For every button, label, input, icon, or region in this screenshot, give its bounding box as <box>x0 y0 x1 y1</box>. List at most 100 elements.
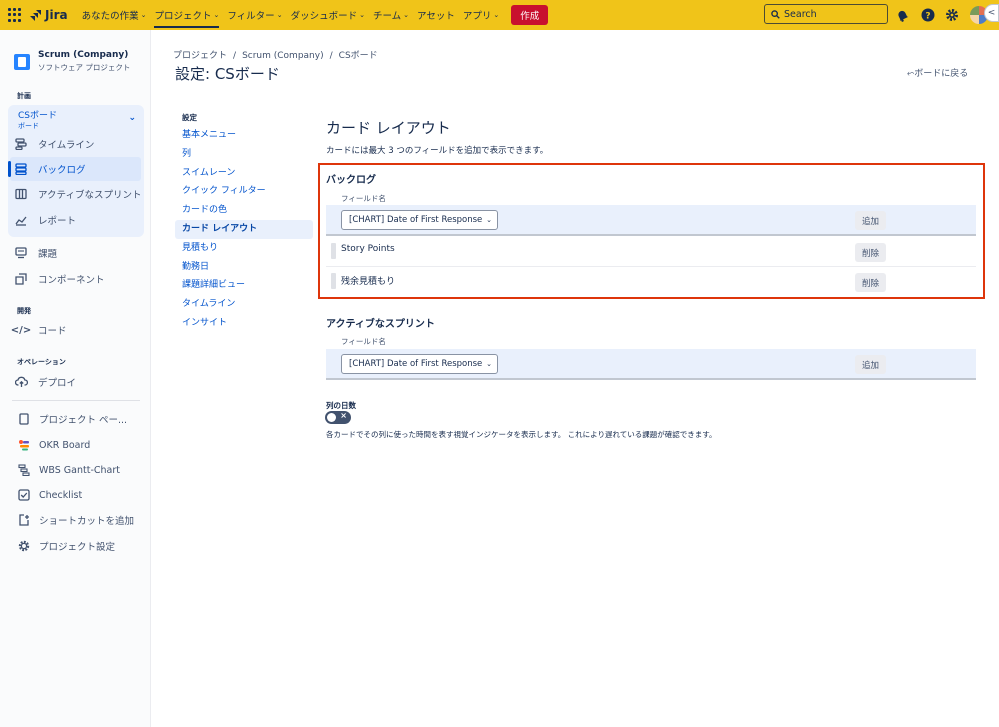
section-ops-label: オペレーション <box>17 358 66 366</box>
sidebar-item-wbs-gantt[interactable]: WBS Gantt-Chart <box>17 458 145 482</box>
breadcrumb-separator: / <box>329 51 333 61</box>
drag-handle-icon[interactable] <box>331 243 336 259</box>
backlog-add-button[interactable]: 追加 <box>855 211 886 230</box>
sidebar-item-components[interactable]: コンポーネント <box>14 267 142 291</box>
nav-label: アプリ <box>462 11 492 22</box>
delete-button[interactable]: 削除 <box>855 273 886 292</box>
active-sprint-field-select[interactable]: [CHART] Date of First Response ⌄ <box>341 354 498 374</box>
search-icon <box>771 9 780 19</box>
collapse-panel-icon[interactable]: < <box>984 4 999 22</box>
nav-dashboards[interactable]: ダッシュボード ⌄ <box>291 0 365 30</box>
nav-teams[interactable]: チーム ⌄ <box>373 0 409 30</box>
active-sprint-add-field-row: [CHART] Date of First Response ⌄ 追加 <box>326 349 976 380</box>
breadcrumb-board[interactable]: CSボード <box>339 51 378 61</box>
drag-handle-icon[interactable] <box>331 273 336 289</box>
sidebar-item-active-sprint[interactable]: アクティブなスプリント <box>14 182 142 206</box>
board-columns-icon <box>14 187 28 201</box>
project-icon <box>14 54 30 70</box>
search-input[interactable]: Search <box>764 4 888 24</box>
sidebar-item-project-settings[interactable]: プロジェクト設定 <box>17 534 145 558</box>
components-icon <box>14 272 28 286</box>
settings-nav-insights[interactable]: インサイト <box>175 314 313 333</box>
toggle-knob <box>327 413 336 422</box>
notifications-icon[interactable] <box>894 7 910 23</box>
backlog-heading: バックログ <box>326 175 376 186</box>
card-layout-title: カード レイアウト <box>326 119 451 137</box>
nav-assets[interactable]: アセット <box>417 0 455 30</box>
sidebar-item-label: OKR Board <box>39 439 91 451</box>
board-name: CSボード <box>18 111 57 121</box>
sidebar-item-add-shortcut[interactable]: ショートカットを追加 <box>17 508 145 532</box>
chevron-down-icon: ⌄ <box>276 11 283 19</box>
sidebar-item-timeline[interactable]: タイムライン <box>14 132 142 156</box>
sidebar-item-deploy[interactable]: デプロイ <box>14 370 142 394</box>
project-header[interactable]: Scrum (Company) ソフトウェア プロジェクト <box>14 50 130 73</box>
settings-nav-timeline[interactable]: タイムライン <box>175 295 313 314</box>
nav-label: チーム <box>372 11 402 22</box>
nav-projects[interactable]: プロジェクト ⌄ <box>154 0 219 30</box>
settings-nav-swimlanes[interactable]: スイムレーン <box>175 164 313 183</box>
chevron-down-icon: ⌄ <box>140 11 147 19</box>
nav-label: アセット <box>417 11 455 22</box>
active-sprint-add-button[interactable]: 追加 <box>855 355 886 374</box>
nav-label: プロジェクト <box>154 11 212 22</box>
sidebar-item-issues[interactable]: 課題 <box>14 241 142 265</box>
add-shortcut-icon <box>17 513 31 527</box>
search-placeholder: Search <box>784 8 817 20</box>
settings-nav-quick-filters[interactable]: クイック フィルター <box>175 182 313 201</box>
settings-nav-estimation[interactable]: 見積もり <box>175 239 313 258</box>
sidebar-item-label: アクティブなスプリント <box>38 190 142 201</box>
sidebar-item-okr-board[interactable]: OKR Board <box>17 433 145 457</box>
sidebar-item-reports[interactable]: レポート <box>14 208 142 232</box>
settings-nav-general[interactable]: 基本メニュー <box>175 126 313 145</box>
svg-text:?: ? <box>925 12 930 22</box>
sidebar-item-label: コンポーネント <box>38 275 105 286</box>
active-sprint-heading: アクティブなスプリント <box>326 319 435 330</box>
nav-label: ダッシュボード <box>290 11 358 22</box>
delete-button[interactable]: 削除 <box>855 243 886 262</box>
nav-filters[interactable]: フィルター ⌄ <box>227 0 282 30</box>
back-link-label: ボードに戻る <box>914 69 969 79</box>
nav-apps[interactable]: アプリ ⌄ <box>463 0 499 30</box>
breadcrumb-separator: / <box>233 51 237 61</box>
help-icon[interactable]: ? <box>920 7 936 23</box>
sidebar-item-backlog[interactable]: バックログ <box>8 157 141 181</box>
jira-logo-icon <box>30 10 41 21</box>
nav-label: フィルター <box>227 11 275 22</box>
product-name: Jira <box>45 8 68 22</box>
sidebar-item-code[interactable]: </> コード <box>10 318 142 342</box>
code-icon: </> <box>10 324 32 336</box>
days-in-column-toggle[interactable]: × <box>325 411 351 424</box>
sidebar-item-label: レポート <box>38 216 77 227</box>
sidebar-item-label: タイムライン <box>38 140 95 151</box>
settings-nav-card-layout[interactable]: カード レイアウト <box>175 219 313 239</box>
board-selector[interactable]: CSボード ボード <box>18 108 57 131</box>
sidebar-item-checklist[interactable]: Checklist <box>17 483 145 507</box>
nav-your-work[interactable]: あなたの作業 ⌄ <box>82 0 147 30</box>
chevron-down-icon[interactable]: ⌄ <box>128 113 136 123</box>
settings-nav-issue-detail-view[interactable]: 課題詳細ビュー <box>175 276 313 295</box>
settings-nav-working-days[interactable]: 勤務日 <box>175 258 313 277</box>
jira-logo[interactable]: Jira <box>30 8 68 22</box>
chevron-down-icon: ⌄ <box>359 11 365 19</box>
breadcrumb-project[interactable]: Scrum (Company) <box>242 51 324 61</box>
settings-nav-columns[interactable]: 列 <box>175 145 313 164</box>
back-to-board-link[interactable]: ⬿ボードに戻る <box>907 66 968 79</box>
field-name-header: フィールド名 <box>341 194 386 203</box>
close-icon: × <box>340 411 347 420</box>
breadcrumb: プロジェクト / Scrum (Company) / CSボード <box>173 48 384 61</box>
backlog-field-select[interactable]: [CHART] Date of First Response ⌄ <box>341 210 498 230</box>
nav-label: あなたの作業 <box>81 11 139 22</box>
create-button[interactable]: 作成 <box>511 5 549 25</box>
issues-icon <box>14 246 28 260</box>
days-in-column-label: 列の日数 <box>326 401 356 410</box>
sidebar-item-project-pages[interactable]: プロジェクト ペー... <box>17 407 145 431</box>
reports-chart-icon <box>14 213 28 227</box>
app-switcher-icon[interactable] <box>8 8 22 22</box>
cloud-upload-icon <box>14 375 28 389</box>
settings-gear-icon[interactable] <box>944 7 960 23</box>
settings-nav-card-colors[interactable]: カードの色 <box>175 201 313 220</box>
sidebar-divider <box>12 400 140 401</box>
project-type: ソフトウェア プロジェクト <box>38 63 131 72</box>
breadcrumb-projects[interactable]: プロジェクト <box>173 51 227 61</box>
